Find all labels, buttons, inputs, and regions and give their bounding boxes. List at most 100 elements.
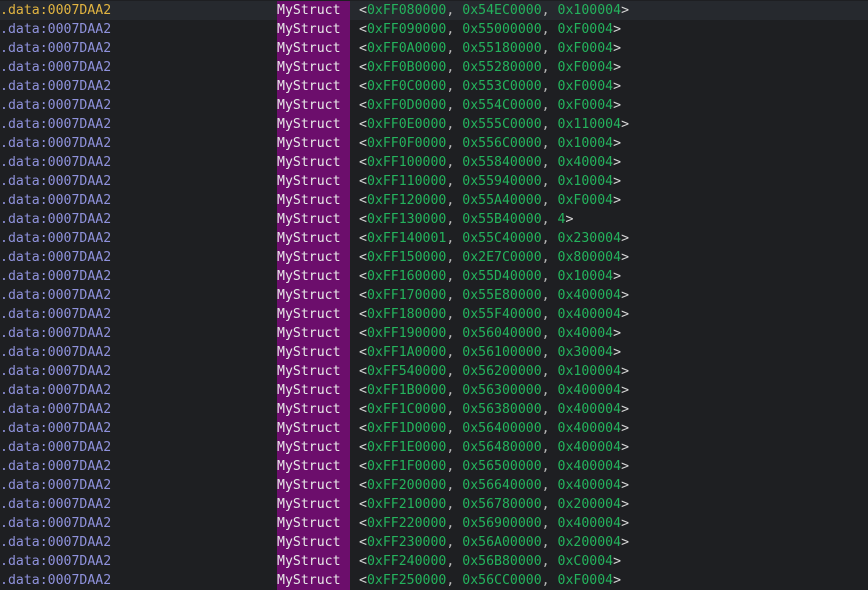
struct-field-value[interactable]: 0x400004 xyxy=(558,383,622,398)
struct-field-value[interactable]: 0xF0004 xyxy=(558,193,614,208)
struct-type-name[interactable]: MyStruct xyxy=(277,438,350,457)
struct-field-value[interactable]: 0xFF120000 xyxy=(367,193,446,208)
address-label[interactable]: .data:0007DAA2 xyxy=(0,1,111,20)
address-label[interactable]: .data:0007DAA2 xyxy=(0,210,111,229)
struct-field-value[interactable]: 0xFF110000 xyxy=(367,174,446,189)
struct-type-name[interactable]: MyStruct xyxy=(277,476,350,495)
address-label[interactable]: .data:0007DAA2 xyxy=(0,419,111,438)
struct-field-value[interactable]: 0x56380000 xyxy=(462,402,541,417)
listing-row[interactable]: .data:0007DAA2 MyStruct <0xFF190000, 0x560… xyxy=(0,324,868,343)
struct-field-value[interactable]: 0x100004 xyxy=(558,364,622,379)
struct-field-value[interactable]: 0x200004 xyxy=(558,535,622,550)
struct-field-value[interactable]: 0x55E80000 xyxy=(462,288,541,303)
struct-field-value[interactable]: 0xFF1B0000 xyxy=(367,383,446,398)
struct-field-value[interactable]: 0xFF540000 xyxy=(367,364,446,379)
struct-type-name[interactable]: MyStruct xyxy=(277,495,350,514)
struct-type-name[interactable]: MyStruct xyxy=(277,457,350,476)
listing-row[interactable]: .data:0007DAA2 MyStruct <0xFF150000, 0x2E7… xyxy=(0,248,868,267)
struct-field-value[interactable]: 0xFF1E0000 xyxy=(367,440,446,455)
address-label[interactable]: .data:0007DAA2 xyxy=(0,495,111,514)
struct-field-value[interactable]: 0xF0004 xyxy=(558,22,614,37)
struct-type-name[interactable]: MyStruct xyxy=(277,210,350,229)
address-label[interactable]: .data:0007DAA2 xyxy=(0,438,111,457)
listing-row[interactable]: .data:0007DAA2 MyStruct <0xFF110000, 0x559… xyxy=(0,172,868,191)
struct-field-value[interactable]: 0x100004 xyxy=(558,3,622,18)
struct-field-value[interactable]: 0x556C0000 xyxy=(462,136,541,151)
struct-field-value[interactable]: 0xFF0D0000 xyxy=(367,98,446,113)
struct-field-value[interactable]: 0xFF210000 xyxy=(367,497,446,512)
struct-field-value[interactable]: 0xF0004 xyxy=(558,98,614,113)
struct-field-value[interactable]: 0x56500000 xyxy=(462,459,541,474)
address-label[interactable]: .data:0007DAA2 xyxy=(0,552,111,571)
struct-type-name[interactable]: MyStruct xyxy=(277,134,350,153)
struct-type-name[interactable]: MyStruct xyxy=(277,286,350,305)
struct-field-value[interactable]: 0x56780000 xyxy=(462,497,541,512)
struct-field-value[interactable]: 0xFF090000 xyxy=(367,22,446,37)
struct-type-name[interactable]: MyStruct xyxy=(277,248,350,267)
listing-row[interactable]: .data:0007DAA2 MyStruct <0xFF1C0000, 0x563… xyxy=(0,400,868,419)
listing-row[interactable]: .data:0007DAA2 MyStruct <0xFF090000, 0x550… xyxy=(0,20,868,39)
struct-field-value[interactable]: 0x56B80000 xyxy=(462,554,541,569)
struct-field-value[interactable]: 0xFF230000 xyxy=(367,535,446,550)
listing-row[interactable]: .data:0007DAA2 MyStruct <0xFF230000, 0x56A… xyxy=(0,533,868,552)
struct-field-value[interactable]: 0xFF200000 xyxy=(367,478,446,493)
struct-field-value[interactable]: 0xFF130000 xyxy=(367,212,446,227)
struct-field-value[interactable]: 0x56640000 xyxy=(462,478,541,493)
struct-type-name[interactable]: MyStruct xyxy=(277,77,350,96)
listing-row[interactable]: .data:0007DAA2 MyStruct <0xFF220000, 0x569… xyxy=(0,514,868,533)
struct-type-name[interactable]: MyStruct xyxy=(277,305,350,324)
struct-field-value[interactable]: 0x55180000 xyxy=(462,41,541,56)
struct-field-value[interactable]: 0x56200000 xyxy=(462,364,541,379)
address-label[interactable]: .data:0007DAA2 xyxy=(0,533,111,552)
address-label[interactable]: .data:0007DAA2 xyxy=(0,191,111,210)
struct-field-value[interactable]: 0xFF140001 xyxy=(367,231,446,246)
disassembly-listing[interactable]: .data:0007DAA2 MyStruct <0xFF080000, 0x54E… xyxy=(0,1,868,590)
struct-field-value[interactable]: 0xFF150000 xyxy=(367,250,446,265)
listing-row[interactable]: .data:0007DAA2 MyStruct <0xFF080000, 0x54E… xyxy=(0,1,868,20)
struct-field-value[interactable]: 0xFF180000 xyxy=(367,307,446,322)
struct-field-value[interactable]: 0x200004 xyxy=(558,497,622,512)
listing-row[interactable]: .data:0007DAA2 MyStruct <0xFF0B0000, 0x552… xyxy=(0,58,868,77)
listing-row[interactable]: .data:0007DAA2 MyStruct <0xFF240000, 0x56B… xyxy=(0,552,868,571)
struct-field-value[interactable]: 0x56040000 xyxy=(462,326,541,341)
address-label[interactable]: .data:0007DAA2 xyxy=(0,571,111,590)
struct-type-name[interactable]: MyStruct xyxy=(277,1,350,20)
address-label[interactable]: .data:0007DAA2 xyxy=(0,172,111,191)
struct-field-value[interactable]: 0xFF160000 xyxy=(367,269,446,284)
struct-field-value[interactable]: 0x55A40000 xyxy=(462,193,541,208)
listing-row[interactable]: .data:0007DAA2 MyStruct <0xFF180000, 0x55F… xyxy=(0,305,868,324)
address-label[interactable]: .data:0007DAA2 xyxy=(0,153,111,172)
struct-type-name[interactable]: MyStruct xyxy=(277,362,350,381)
address-label[interactable]: .data:0007DAA2 xyxy=(0,400,111,419)
struct-field-value[interactable]: 0x400004 xyxy=(558,459,622,474)
listing-row[interactable]: .data:0007DAA2 MyStruct <0xFF1A0000, 0x561… xyxy=(0,343,868,362)
address-label[interactable]: .data:0007DAA2 xyxy=(0,248,111,267)
struct-field-value[interactable]: 0xC0004 xyxy=(558,554,614,569)
struct-field-value[interactable]: 0x400004 xyxy=(558,440,622,455)
struct-field-value[interactable]: 0x400004 xyxy=(558,307,622,322)
struct-field-value[interactable]: 0xF0004 xyxy=(558,41,614,56)
struct-field-value[interactable]: 0x400004 xyxy=(558,421,622,436)
listing-row[interactable]: .data:0007DAA2 MyStruct <0xFF0C0000, 0x553… xyxy=(0,77,868,96)
struct-field-value[interactable]: 0x56CC0000 xyxy=(462,573,541,588)
listing-row[interactable]: .data:0007DAA2 MyStruct <0xFF1D0000, 0x564… xyxy=(0,419,868,438)
listing-row[interactable]: .data:0007DAA2 MyStruct <0xFF0E0000, 0x555… xyxy=(0,115,868,134)
struct-type-name[interactable]: MyStruct xyxy=(277,419,350,438)
address-label[interactable]: .data:0007DAA2 xyxy=(0,324,111,343)
struct-field-value[interactable]: 0xFF250000 xyxy=(367,573,446,588)
struct-field-value[interactable]: 0x2E7C0000 xyxy=(462,250,541,265)
address-label[interactable]: .data:0007DAA2 xyxy=(0,286,111,305)
struct-type-name[interactable]: MyStruct xyxy=(277,96,350,115)
struct-field-value[interactable]: 0x55840000 xyxy=(462,155,541,170)
listing-row[interactable]: .data:0007DAA2 MyStruct <0xFF1B0000, 0x563… xyxy=(0,381,868,400)
struct-field-value[interactable]: 0xFF170000 xyxy=(367,288,446,303)
struct-field-value[interactable]: 0xFF240000 xyxy=(367,554,446,569)
struct-field-value[interactable]: 0x10004 xyxy=(558,174,614,189)
struct-type-name[interactable]: MyStruct xyxy=(277,229,350,248)
address-label[interactable]: .data:0007DAA2 xyxy=(0,381,111,400)
struct-field-value[interactable]: 0x55B40000 xyxy=(462,212,541,227)
struct-type-name[interactable]: MyStruct xyxy=(277,514,350,533)
address-label[interactable]: .data:0007DAA2 xyxy=(0,514,111,533)
address-label[interactable]: .data:0007DAA2 xyxy=(0,96,111,115)
listing-row[interactable]: .data:0007DAA2 MyStruct <0xFF540000, 0x562… xyxy=(0,362,868,381)
